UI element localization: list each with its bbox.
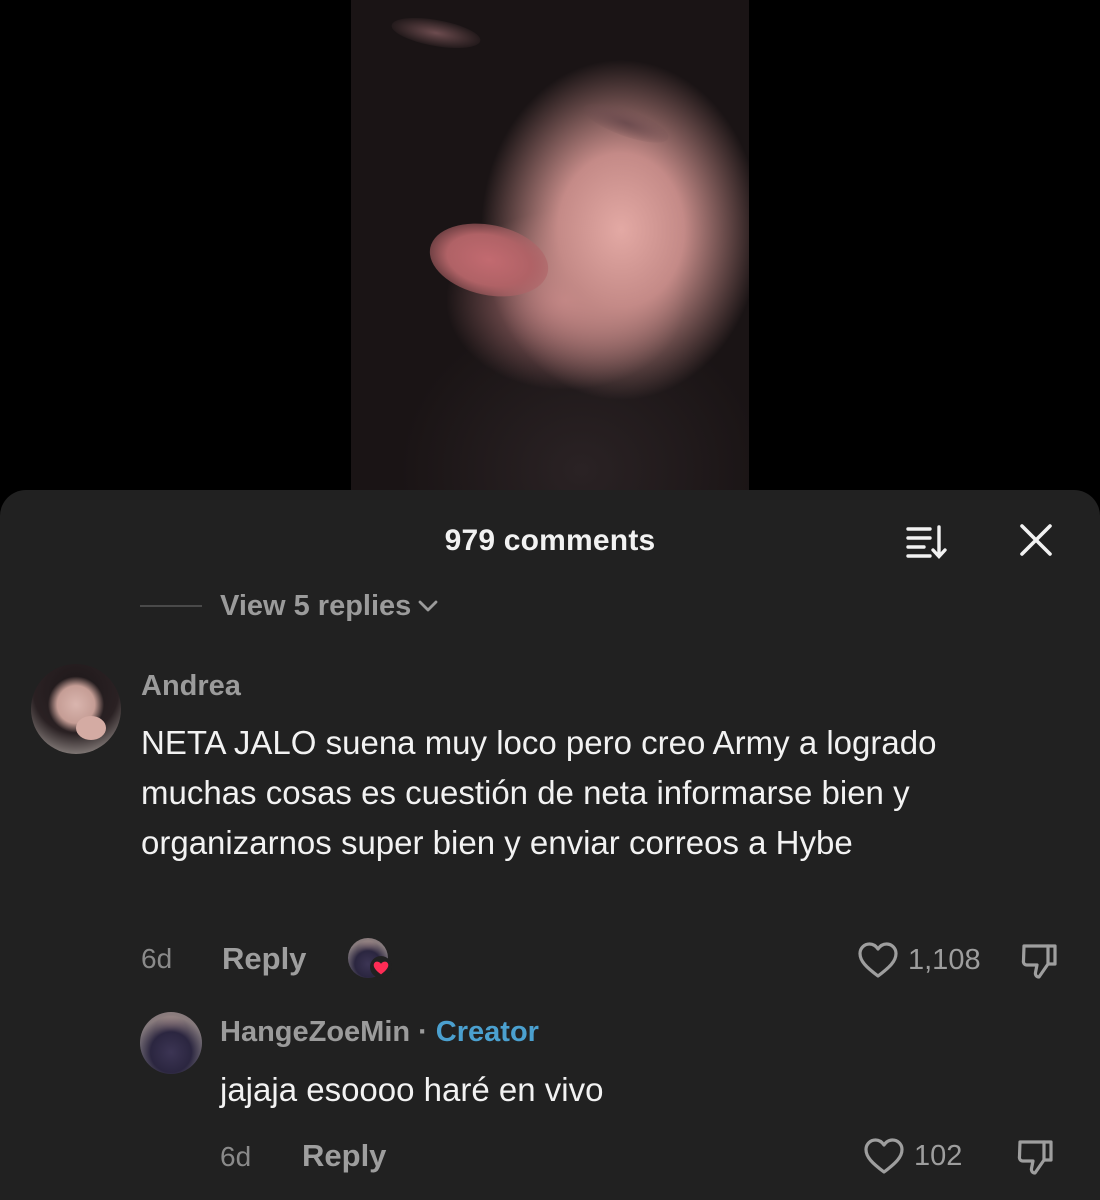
comment-text: NETA JALO suena muy loco pero creo Army … bbox=[141, 724, 937, 861]
like-count: 1,108 bbox=[908, 943, 981, 976]
video-detail bbox=[423, 213, 555, 307]
video-player[interactable] bbox=[0, 0, 1100, 500]
comment-text: jajaja esoooo haré en vivo bbox=[220, 1071, 604, 1108]
comment-author[interactable]: Andrea bbox=[141, 670, 241, 703]
sort-comments-button[interactable] bbox=[898, 520, 954, 564]
reply-thread-line bbox=[140, 605, 202, 607]
dislike-button[interactable] bbox=[1016, 938, 1062, 984]
comment-timestamp: 6d bbox=[141, 943, 173, 974]
like-button[interactable]: 1,108 bbox=[856, 940, 981, 980]
heart-outline-icon bbox=[864, 1138, 904, 1174]
view-replies-label: View 5 replies bbox=[220, 589, 412, 622]
comment-timestamp: 6d bbox=[220, 1141, 252, 1172]
sort-descending-icon bbox=[906, 525, 947, 560]
dislike-button[interactable] bbox=[1012, 1134, 1058, 1180]
video-detail bbox=[579, 95, 673, 151]
avatar-andrea[interactable] bbox=[31, 664, 121, 754]
comment-author[interactable]: HangeZoeMin bbox=[220, 1016, 410, 1049]
reply-button[interactable]: Reply bbox=[302, 1138, 386, 1174]
reply-author-row: HangeZoeMin · Creator bbox=[220, 1016, 539, 1049]
comments-sheet: 979 comments View 5 replies Andrea NETA … bbox=[0, 490, 1100, 1200]
like-count: 102 bbox=[914, 1139, 963, 1172]
thumbs-down-icon bbox=[1021, 944, 1057, 979]
chevron-down-icon bbox=[417, 599, 439, 613]
comments-header: 979 comments bbox=[0, 490, 1100, 590]
liked-by-creator-badge bbox=[348, 938, 392, 978]
separator-dot: · bbox=[418, 1016, 428, 1048]
heart-outline-icon bbox=[858, 942, 898, 978]
view-replies-button[interactable]: View 5 replies bbox=[140, 586, 439, 626]
like-button[interactable]: 102 bbox=[862, 1136, 962, 1176]
thumbs-down-icon bbox=[1017, 1140, 1053, 1175]
close-icon bbox=[1020, 524, 1052, 556]
avatar-hangezoemin[interactable] bbox=[140, 1012, 202, 1074]
close-button[interactable] bbox=[1012, 516, 1060, 564]
avatar-detail bbox=[76, 716, 106, 740]
video-frame[interactable] bbox=[351, 0, 749, 500]
video-detail bbox=[389, 12, 483, 54]
reply-button[interactable]: Reply bbox=[222, 941, 306, 977]
heart-filled-icon bbox=[370, 956, 392, 978]
creator-badge: Creator bbox=[435, 1016, 539, 1048]
